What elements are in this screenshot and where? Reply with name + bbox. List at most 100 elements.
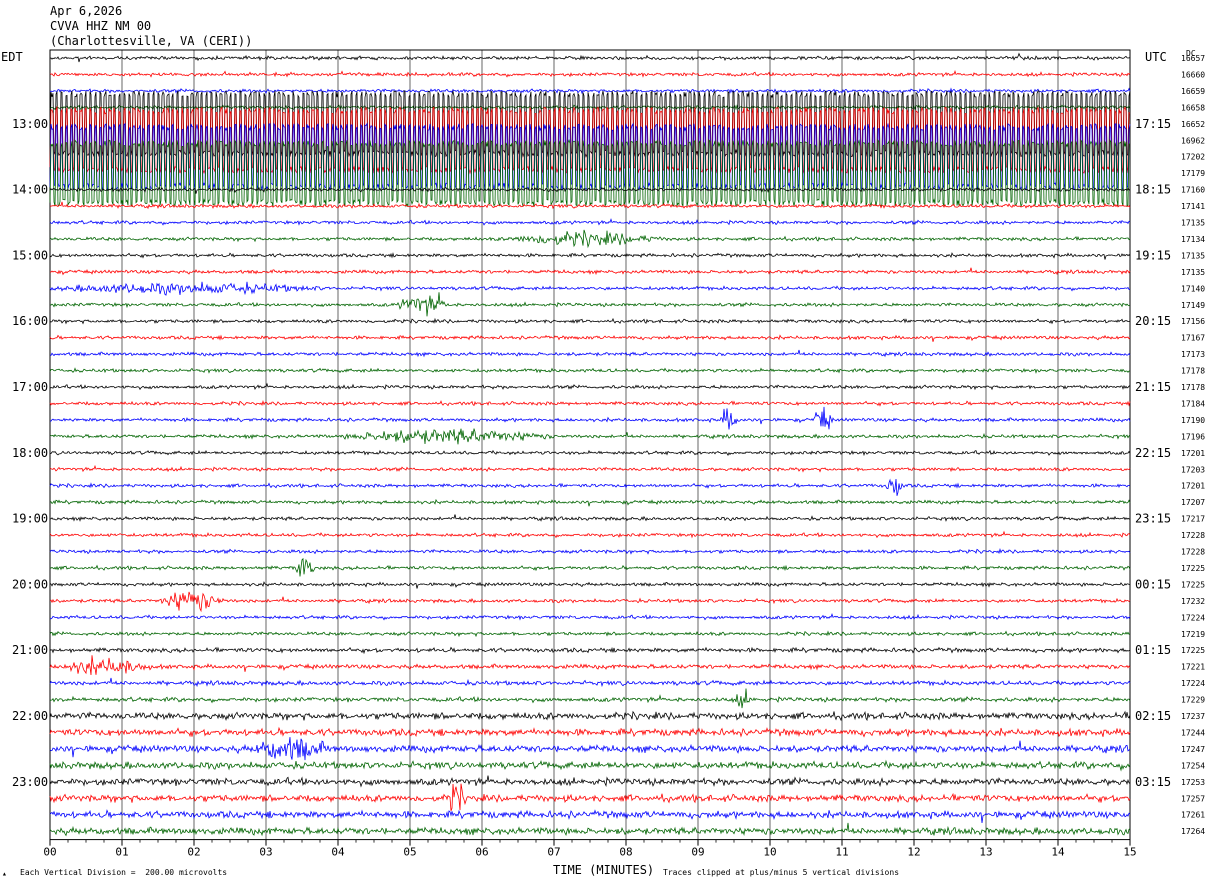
dc-offset-label: 17228 <box>1181 548 1205 557</box>
trace-row-41 <box>49 726 1131 738</box>
vertical-division-note: Each Vertical Division = 200.00 microvol… <box>20 868 228 877</box>
dc-offset-label: 17201 <box>1181 482 1205 491</box>
trace-row-27 <box>49 498 1131 507</box>
trace-row-44 <box>49 775 1131 788</box>
dc-offset-label: 17135 <box>1181 219 1205 228</box>
trace-row-22 <box>49 406 1131 430</box>
dc-offset-label: 17224 <box>1181 679 1205 688</box>
utc-hour-label: 19:15 <box>1135 248 1171 262</box>
trace-row-29 <box>49 530 1131 539</box>
edt-hour-label: 17:00 <box>12 380 48 394</box>
trace-row-42 <box>49 737 1131 761</box>
edt-hour-label: 14:00 <box>12 183 48 197</box>
trace-row-38 <box>49 677 1131 688</box>
dc-offset-label: 17156 <box>1181 317 1205 326</box>
trace-row-35 <box>49 630 1131 638</box>
utc-hour-label: 00:15 <box>1135 577 1171 591</box>
trace-row-39 <box>49 688 1131 709</box>
trace-row-13 <box>49 267 1131 276</box>
utc-hour-label: 23:15 <box>1135 512 1171 526</box>
utc-hour-label: 20:15 <box>1135 314 1171 328</box>
dc-offset-label: 17135 <box>1181 268 1205 277</box>
trace-row-32 <box>49 581 1131 589</box>
dc-offset-label: 17221 <box>1181 663 1205 672</box>
dc-offset-label: 17179 <box>1181 169 1205 178</box>
dc-offset-label: 17203 <box>1181 465 1205 474</box>
scale-icon: ▴ <box>2 869 7 878</box>
dc-offset-label: 16659 <box>1181 87 1205 96</box>
x-axis-label: TIME (MINUTES) <box>553 863 655 877</box>
edt-hour-label: 23:00 <box>12 775 48 789</box>
x-tick-label: 12 <box>907 846 920 859</box>
dc-offset-label: 17232 <box>1181 597 1205 606</box>
dc-offset-label: 17141 <box>1181 202 1205 211</box>
station-location: (Charlottesville, VA (CERI)) <box>50 34 253 48</box>
trace-row-34 <box>49 612 1131 621</box>
trace-row-43 <box>49 759 1131 772</box>
edt-hour-label: 20:00 <box>12 577 48 591</box>
plot-date: Apr 6,2026 <box>50 4 123 18</box>
dc-offset-label: 17247 <box>1181 745 1205 754</box>
dc-offset-label: 16962 <box>1181 136 1205 145</box>
dc-offset-label: 17196 <box>1181 432 1205 441</box>
dc-offset-label: 17224 <box>1181 613 1205 622</box>
dc-offset-label: 17219 <box>1181 630 1205 639</box>
x-tick-label: 07 <box>547 846 560 859</box>
x-tick-label: 04 <box>331 846 345 859</box>
dc-offset-label: 17244 <box>1181 728 1205 737</box>
trace-row-18 <box>49 349 1131 358</box>
dc-offset-label: 17140 <box>1181 284 1205 293</box>
utc-hour-label: 21:15 <box>1135 380 1171 394</box>
dc-offset-label: 17257 <box>1181 794 1205 803</box>
x-tick-label: 13 <box>979 846 992 859</box>
utc-hour-label: 22:15 <box>1135 446 1171 460</box>
dc-offset-label: 17207 <box>1181 498 1205 507</box>
dc-offset-label: 17229 <box>1181 696 1205 705</box>
dc-offset-label: 17201 <box>1181 449 1205 458</box>
dc-offset-label: 16658 <box>1181 103 1205 112</box>
trace-row-24 <box>49 449 1131 457</box>
trace-row-25 <box>49 464 1131 473</box>
dc-offset-label: 17167 <box>1181 334 1205 343</box>
dc-offset-label: 17178 <box>1181 383 1205 392</box>
x-tick-label: 02 <box>187 846 200 859</box>
trace-row-1 <box>49 70 1131 78</box>
edt-hour-label: 13:00 <box>12 117 48 131</box>
utc-hour-label: 17:15 <box>1135 117 1171 131</box>
trace-row-0 <box>49 52 1130 63</box>
dc-offset-label: 17202 <box>1181 153 1205 162</box>
dc-offset-label: 17237 <box>1181 712 1205 721</box>
utc-hour-label: 01:15 <box>1135 643 1171 657</box>
dc-offset-label: 16652 <box>1181 120 1205 129</box>
dc-offset-label: 17228 <box>1181 531 1205 540</box>
dc-offset-label: 17264 <box>1181 827 1205 836</box>
x-tick-label: 10 <box>763 846 776 859</box>
edt-hour-label: 21:00 <box>12 643 48 657</box>
trace-row-16 <box>49 317 1131 325</box>
trace-row-14 <box>49 281 1131 296</box>
dc-offset-label: 17261 <box>1181 811 1205 820</box>
dc-offset-label: 17160 <box>1181 186 1205 195</box>
utc-hour-label: 02:15 <box>1135 709 1171 723</box>
x-tick-label: 05 <box>403 846 416 859</box>
dc-offset-label: 17225 <box>1181 564 1205 573</box>
utc-hour-label: 03:15 <box>1135 775 1171 789</box>
dc-offset-label: 17253 <box>1181 778 1205 787</box>
dc-offset-label: 17178 <box>1181 367 1205 376</box>
helicorder-plot: 00 01 02 03 04 05 06 07 08 09 10 11 12 13 14 1516657166… <box>12 49 1205 859</box>
x-tick-label: 00 <box>43 846 56 859</box>
dc-offset-label: 17225 <box>1181 580 1205 589</box>
trace-row-46 <box>49 809 1131 824</box>
dc-offset-label: 17190 <box>1181 416 1205 425</box>
dc-offset-label: 17225 <box>1181 646 1205 655</box>
trace-row-15 <box>49 292 1131 317</box>
trace-row-10 <box>49 218 1131 226</box>
dc-header: DC <box>1186 49 1196 58</box>
edt-hour-label: 19:00 <box>12 512 48 526</box>
x-tick-label: 15 <box>1123 846 1136 859</box>
x-tick-label: 14 <box>1051 846 1065 859</box>
dc-offset-label: 17217 <box>1181 515 1205 524</box>
x-tick-label: 08 <box>619 846 632 859</box>
trace-row-37 <box>49 655 1131 676</box>
x-tick-label: 03 <box>259 846 272 859</box>
